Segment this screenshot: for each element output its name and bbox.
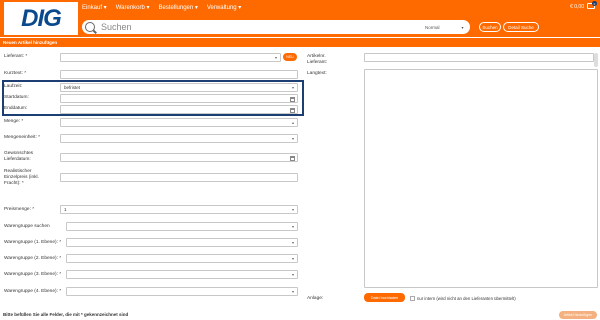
laufzeit-select[interactable]: befristet ▾ <box>60 83 298 92</box>
wg2-select[interactable]: ▾ <box>66 254 298 263</box>
chevron-down-icon: ▾ <box>461 24 464 30</box>
menge-input[interactable]: ▴ <box>60 118 298 127</box>
intern-checkbox[interactable] <box>410 296 415 301</box>
wg4-select[interactable]: ▾ <box>66 287 298 296</box>
datei-hochladen-button[interactable]: Datei hochladen <box>364 293 405 302</box>
intern-label: nur intern (wird nicht an den Lieferante… <box>417 296 516 301</box>
panel-title: Neuen Artikel hinzufügen <box>0 38 600 47</box>
mengeneinheit-select[interactable]: ▾ <box>60 134 298 143</box>
startdatum-label: Startdatum: <box>4 95 29 100</box>
detail-search-button[interactable]: Detail Suche <box>503 22 539 32</box>
langtext-label: Langtext: <box>307 71 327 76</box>
wg3-label: Warengruppe (3. Ebene): * <box>4 272 62 277</box>
mengeneinheit-label: Mengeneinheit: * <box>4 135 41 140</box>
search-bar[interactable]: Suchen Normal ▾ <box>82 20 470 34</box>
chevron-down-icon: ▾ <box>291 224 294 229</box>
artikelnr-label: Artikelnr. Lieferant: <box>307 54 328 65</box>
calendar-icon[interactable] <box>290 107 295 113</box>
wg2-label: Warengruppe (2. Ebene): * <box>4 256 62 261</box>
chevron-down-icon: ▾ <box>291 85 294 90</box>
search-button[interactable]: Suchen <box>479 22 501 32</box>
neu-lieferant-button[interactable]: NEU <box>283 53 297 61</box>
search-input[interactable]: Suchen <box>101 22 132 32</box>
wg-suchen-label: Warengruppe suchen <box>4 224 50 229</box>
chevron-down-icon: ▾ <box>291 256 294 261</box>
nav-verwaltung[interactable]: Verwaltung ▾ <box>207 4 241 11</box>
search-mode-value: Normal <box>425 24 440 30</box>
cart-total: € 0,00 <box>570 4 584 10</box>
nav-warenkorb[interactable]: Warenkorb ▾ <box>116 4 150 11</box>
stepper-icon[interactable]: ▴ <box>292 120 294 125</box>
enddatum-input[interactable] <box>60 105 298 114</box>
preismenge-select[interactable]: 1 ▾ <box>60 205 298 214</box>
wg-suchen-select[interactable]: ▾ <box>66 222 298 231</box>
nav-einkauf[interactable]: Einkauf ▾ <box>82 4 107 11</box>
cart[interactable]: € 0,00 0 <box>570 1 597 11</box>
wg1-label: Warengruppe (1. Ebene): * <box>4 240 62 245</box>
logo-text: DIG <box>21 4 62 32</box>
artikelnr-input[interactable] <box>364 53 594 62</box>
logo[interactable]: DIG <box>4 2 78 35</box>
einzelpreis-input[interactable] <box>60 173 298 182</box>
laufzeit-label: Laufzeit: <box>4 84 23 89</box>
artikel-hinzufuegen-button[interactable]: Artikel hinzufügen <box>559 311 597 319</box>
required-note: Bitte befüllen Sie alle Felder, die mit … <box>3 312 129 317</box>
scrollbar[interactable] <box>594 53 598 67</box>
kurztext-input[interactable] <box>60 70 298 79</box>
preismenge-label: Preismenge: * <box>4 207 35 212</box>
cart-icon-wrap[interactable]: 0 <box>587 1 597 11</box>
wg4-label: Warengruppe (4. Ebene): * <box>4 289 62 294</box>
lieferdatum-input[interactable] <box>60 153 298 162</box>
chevron-down-icon: ▾ <box>291 289 294 294</box>
chevron-down-icon: ▾ <box>291 136 294 141</box>
main-nav: Einkauf ▾ Warenkorb ▾ Bestellungen ▾ Ver… <box>82 4 250 11</box>
wg3-select[interactable]: ▾ <box>66 270 298 279</box>
chevron-down-icon: ▾ <box>291 272 294 277</box>
search-mode-select[interactable]: Normal ▾ <box>425 20 464 34</box>
anlage-label: Anlage: <box>307 296 324 301</box>
chevron-down-icon: ▾ <box>291 240 294 245</box>
lieferant-select[interactable]: ▾ <box>60 53 281 62</box>
enddatum-label: Enddatum: <box>4 106 28 111</box>
search-icon <box>85 22 95 32</box>
einzelpreis-label: Realistischer Einzelpreis (inkl. Fracht)… <box>4 169 39 186</box>
chevron-down-icon: ▾ <box>291 207 294 212</box>
startdatum-input[interactable] <box>60 94 298 103</box>
chevron-down-icon: ▾ <box>274 55 277 60</box>
calendar-icon[interactable] <box>290 155 295 161</box>
kurztext-label: Kurztext: * <box>4 71 27 76</box>
nav-bestellungen[interactable]: Bestellungen ▾ <box>159 4 198 11</box>
lieferdatum-label: Gewünschtes Lieferdatum: <box>4 151 34 162</box>
laufzeit-value: befristet <box>64 85 81 90</box>
langtext-textarea[interactable] <box>364 69 598 288</box>
wg1-select[interactable]: ▾ <box>66 238 298 247</box>
calendar-icon[interactable] <box>290 96 295 102</box>
preismenge-value: 1 <box>64 207 67 212</box>
cart-count-badge: 0 <box>592 1 597 6</box>
menge-label: Menge: * <box>4 119 24 124</box>
lieferant-label: Lieferant: * <box>4 54 28 59</box>
